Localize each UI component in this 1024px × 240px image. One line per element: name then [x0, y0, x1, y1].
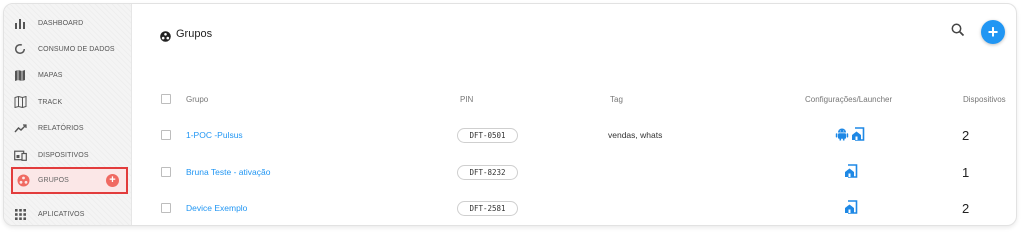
sidebar-item-label: CONSUMO DE DADOS — [38, 45, 115, 53]
row-checkbox[interactable] — [161, 203, 171, 213]
main-content: Grupos + Grupo PIN Tag Configurações/Lau… — [133, 4, 1016, 225]
devices-icon — [13, 148, 27, 162]
column-header-pin[interactable]: PIN — [460, 95, 473, 104]
page-title: Grupos — [160, 28, 213, 42]
device-count: 2 — [962, 201, 970, 216]
pin-chip: DFT-2581 — [457, 201, 518, 216]
add-group-fab[interactable]: + — [981, 20, 1005, 44]
select-all-checkbox[interactable] — [161, 94, 171, 104]
launcher-icon[interactable] — [851, 127, 865, 146]
tag-text: vendas, whats — [608, 130, 663, 140]
row-checkbox[interactable] — [161, 130, 171, 140]
pin-chip: DFT-0501 — [457, 128, 518, 143]
data-usage-icon — [13, 42, 27, 56]
sidebar-item-label: GRUPOS — [38, 177, 69, 184]
sidebar-item-mapas[interactable]: MAPAS — [4, 62, 132, 88]
sidebar-item-aplicativos[interactable]: APLICATIVOS — [4, 201, 132, 225]
column-header-configuracoes-launcher[interactable]: Configurações/Launcher — [805, 95, 892, 104]
group-name-link[interactable]: Bruna Teste - ativação — [186, 167, 270, 177]
sidebar: DASHBOARD CONSUMO DE DADOS MAPAS TRACK R — [4, 4, 132, 225]
sidebar-item-dispositivos[interactable]: DISPOSITIVOS — [4, 142, 132, 168]
config-launcher-icons — [835, 127, 865, 146]
column-header-tag[interactable]: Tag — [610, 95, 623, 104]
config-launcher-icons — [844, 200, 858, 219]
sidebar-item-label: TRACK — [38, 98, 63, 106]
sidebar-item-label: MAPAS — [38, 71, 63, 79]
groups-icon — [16, 174, 30, 188]
add-group-button[interactable]: + — [106, 174, 119, 187]
groups-icon — [160, 29, 171, 42]
column-header-grupo[interactable]: Grupo — [186, 95, 208, 104]
track-map-icon — [13, 95, 27, 109]
sidebar-item-grupos[interactable]: GRUPOS + — [11, 167, 128, 194]
sidebar-item-dashboard[interactable]: DASHBOARD — [4, 10, 132, 36]
group-name-link[interactable]: 1-POC -Pulsus — [186, 130, 243, 140]
android-icon[interactable] — [835, 127, 849, 146]
map-icon — [13, 68, 27, 82]
row-checkbox[interactable] — [161, 167, 171, 177]
sidebar-item-consumo-de-dados[interactable]: CONSUMO DE DADOS — [4, 36, 132, 62]
sidebar-item-label: DASHBOARD — [38, 19, 84, 27]
column-header-dispositivos[interactable]: Dispositivos — [963, 95, 1006, 104]
config-launcher-icons — [844, 164, 858, 183]
launcher-icon[interactable] — [844, 200, 858, 219]
page-title-text: Grupos — [176, 28, 213, 40]
group-name-link[interactable]: Device Exemplo — [186, 203, 247, 213]
sidebar-item-label: RELATÓRIOS — [38, 124, 84, 132]
pin-chip: DFT-8232 — [457, 165, 518, 180]
device-count: 1 — [962, 165, 970, 180]
search-button[interactable] — [950, 22, 966, 38]
bar-chart-icon — [13, 16, 27, 30]
apps-grid-icon — [13, 207, 27, 221]
trending-line-icon — [13, 121, 27, 135]
launcher-icon[interactable] — [844, 164, 858, 183]
search-icon — [951, 23, 965, 37]
app-window: DASHBOARD CONSUMO DE DADOS MAPAS TRACK R — [3, 3, 1017, 226]
sidebar-item-relatorios[interactable]: RELATÓRIOS — [4, 115, 132, 141]
sidebar-item-label: APLICATIVOS — [38, 210, 85, 218]
sidebar-item-label: DISPOSITIVOS — [38, 151, 89, 159]
device-count: 2 — [962, 128, 970, 143]
sidebar-item-track[interactable]: TRACK — [4, 89, 132, 115]
